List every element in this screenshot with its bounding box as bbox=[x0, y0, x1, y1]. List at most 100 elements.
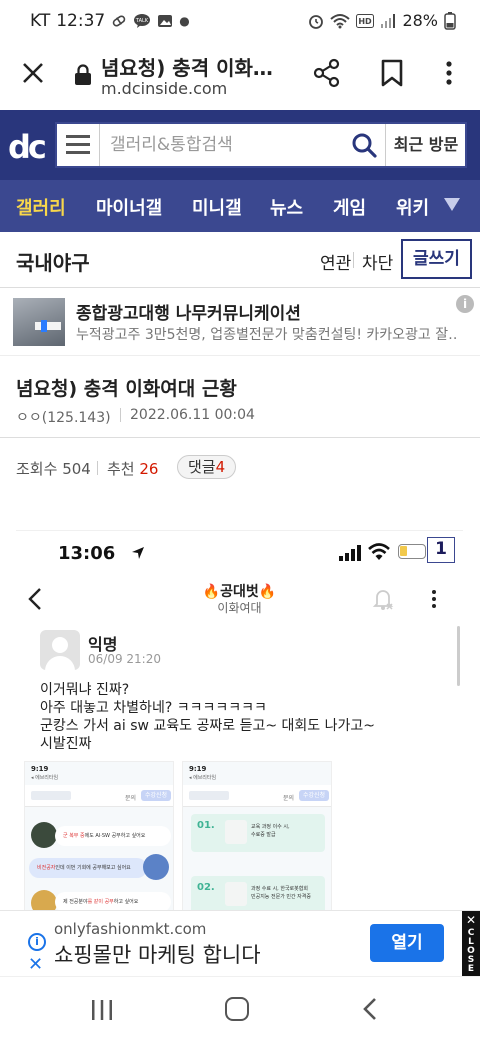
scrollbar bbox=[457, 626, 460, 686]
share-icon[interactable] bbox=[312, 58, 342, 88]
divider bbox=[120, 408, 121, 422]
embedded-text-line: 군캉스 가서 ai sw 교육도 공짜로 듣고~ 대회도 나가고~ bbox=[40, 718, 375, 734]
hd-icon: HD bbox=[356, 13, 375, 28]
benefit-card: 01. 교육 과정 이수 시, 수료증 발급 bbox=[191, 814, 325, 852]
battery-percent: 28% bbox=[402, 11, 438, 30]
speech-bubble: 제 전공분야를 같이 공부하고 싶어요 bbox=[55, 892, 171, 910]
svg-text:HD: HD bbox=[359, 17, 373, 26]
comments-label: 댓글 bbox=[188, 458, 216, 476]
character-illustration bbox=[31, 822, 57, 848]
related-link[interactable]: 연관 bbox=[320, 249, 351, 274]
more-icon bbox=[432, 590, 436, 608]
search-input[interactable] bbox=[100, 124, 350, 166]
post-image[interactable]: 13:06 1 🔥공대벗🔥 이화여대 익명 06/09 21:20 이거뭐냐 진… bbox=[16, 530, 463, 910]
system-navigation-bar bbox=[0, 976, 480, 1040]
status-bar: KT 12:37 TALK ● HD 28% bbox=[0, 0, 480, 44]
search-box: 최근 방문 bbox=[55, 122, 467, 168]
bottom-banner-ad[interactable]: i ✕ onlyfashionmkt.com 쇼핑몰만 마케팅 합니다 열기 ✕… bbox=[0, 910, 480, 977]
views-stat: 조회수 504 bbox=[16, 458, 91, 479]
ad-description[interactable]: 누적광고주 3만5천명, 업종별전문가 맞춤컨설팅! 카카오광고 잘… bbox=[76, 324, 456, 344]
battery-icon bbox=[398, 544, 426, 559]
carrier-label: KT bbox=[30, 11, 51, 31]
embedded-posted-time: 06/09 21:20 bbox=[88, 652, 161, 666]
nav-item-mini-gallery[interactable]: 미니갤 bbox=[192, 194, 242, 220]
ad-domain[interactable]: onlyfashionmkt.com bbox=[54, 920, 206, 938]
info-icon[interactable]: i bbox=[456, 295, 474, 313]
character-illustration bbox=[143, 854, 169, 880]
back-icon[interactable] bbox=[362, 997, 378, 1021]
ad-title[interactable]: 종합광고대행 나무커뮤니케이션 bbox=[76, 299, 301, 324]
speech-bubble: 군 복무 중에도 AI·SW 공부하고 싶어요 bbox=[55, 826, 171, 846]
nav-item-wiki[interactable]: 위키 bbox=[396, 194, 429, 220]
mini-logo bbox=[189, 791, 229, 800]
comments-button[interactable]: 댓글4 bbox=[177, 455, 237, 479]
bell-off-icon bbox=[372, 590, 394, 610]
comments-count: 4 bbox=[215, 458, 226, 476]
menu-icon[interactable] bbox=[66, 135, 90, 155]
benefit-card: 02. 과정 수료 시, 한국로봇협회 민공지능 전문가 민간 자격증 bbox=[191, 876, 325, 910]
more-icon[interactable] bbox=[437, 58, 461, 88]
gallery-header: 국내야구 연관 차단 글쓰기 bbox=[0, 232, 480, 288]
bookmark-icon[interactable] bbox=[379, 58, 405, 88]
mini-back-label: ◂ 에브리타임 bbox=[31, 775, 59, 781]
embedded-thumbnail-left: 9:19 ◂ 에브리타임 문의 수강신청 군 복무 중에도 AI·SW 공부하고… bbox=[24, 761, 174, 910]
mini-back-label: ◂ 에브리타임 bbox=[189, 775, 217, 781]
recent-visits-button[interactable]: 최근 방문 bbox=[387, 124, 465, 166]
sponsored-ad[interactable]: 종합광고대행 나무커뮤니케이션 누적광고주 3만5천명, 업종별전문가 맞춤컨설… bbox=[0, 288, 480, 356]
clock-label: 12:37 bbox=[56, 11, 106, 31]
wifi-icon bbox=[368, 543, 390, 560]
svg-text:TALK: TALK bbox=[135, 18, 149, 24]
talk-icon: TALK bbox=[134, 14, 151, 28]
recommend-label: 추천 bbox=[107, 460, 135, 478]
nav-item-minor-gallery[interactable]: 마이너갤 bbox=[96, 194, 162, 220]
page-title[interactable]: 념요청) 충격 이화… bbox=[101, 52, 273, 81]
ad-open-button[interactable]: 열기 bbox=[370, 924, 444, 962]
avatar bbox=[40, 630, 80, 670]
mini-clock: 9:19 bbox=[31, 765, 49, 773]
status-right: HD 28% bbox=[308, 11, 456, 30]
recommend-count: 26 bbox=[139, 460, 159, 478]
views-count: 504 bbox=[62, 460, 91, 478]
board-title: 🔥공대벗🔥 bbox=[202, 584, 277, 600]
write-button[interactable]: 글쓰기 bbox=[401, 239, 472, 279]
main-nav: 갤러리 마이너갤 미니갤 뉴스 게임 위키 bbox=[0, 180, 480, 232]
close-tab-button[interactable] bbox=[18, 58, 48, 88]
post-stats: 조회수 504 추천 26 댓글4 bbox=[0, 438, 480, 500]
ad-dismiss-icon[interactable]: ✕ bbox=[28, 956, 43, 974]
dot-icon: ● bbox=[179, 14, 190, 28]
post-header: 념요청) 충격 이화여대 근황 ㅇㅇ(125.143) 2022.06.11 0… bbox=[0, 356, 480, 438]
home-icon[interactable] bbox=[225, 997, 249, 1021]
pill-icon bbox=[112, 15, 126, 27]
character-illustration bbox=[31, 890, 57, 910]
divider bbox=[353, 252, 354, 268]
nav-item-gallery[interactable]: 갤러리 bbox=[16, 194, 66, 220]
site-header: dc 최근 방문 bbox=[0, 110, 480, 180]
ad-headline[interactable]: 쇼핑몰만 마케팅 합니다 bbox=[54, 939, 261, 969]
location-arrow-icon bbox=[132, 547, 144, 559]
embedded-text-line: 이거뭐냐 진짜? bbox=[40, 682, 130, 698]
embedded-thumbnail-right: 9:19 ◂ 에브리타임 문의 수강신청 01. 교육 과정 이수 시, 수료증 … bbox=[182, 761, 332, 910]
mini-inquiry: 문의 bbox=[283, 795, 295, 802]
nav-item-news[interactable]: 뉴스 bbox=[270, 194, 303, 220]
dc-logo[interactable]: dc bbox=[8, 128, 47, 166]
close-label: CLOSE bbox=[467, 928, 475, 974]
block-link[interactable]: 차단 bbox=[362, 249, 393, 274]
chevron-down-icon[interactable] bbox=[444, 198, 460, 211]
post-author[interactable]: ㅇㅇ(125.143) bbox=[16, 407, 111, 427]
nav-item-game[interactable]: 게임 bbox=[333, 194, 366, 220]
lock-icon bbox=[75, 64, 91, 85]
ad-info-icon[interactable]: i bbox=[28, 933, 46, 951]
mini-header: 문의 수강신청 bbox=[183, 785, 331, 807]
license-icon bbox=[225, 882, 247, 906]
wifi-icon bbox=[330, 13, 351, 28]
image-counter-badge: 1 bbox=[427, 537, 455, 563]
divider bbox=[97, 461, 98, 475]
recent-apps-icon[interactable] bbox=[90, 999, 114, 1021]
mini-inquiry: 문의 bbox=[125, 795, 137, 802]
search-icon[interactable] bbox=[351, 132, 377, 158]
gallery-name[interactable]: 국내야구 bbox=[16, 247, 90, 276]
recommend-stat: 추천 26 bbox=[107, 458, 158, 479]
ad-close-button[interactable]: ✕ CLOSE bbox=[462, 911, 480, 977]
url-host[interactable]: m.dcinside.com bbox=[101, 79, 227, 98]
ad-thumbnail bbox=[13, 298, 65, 346]
